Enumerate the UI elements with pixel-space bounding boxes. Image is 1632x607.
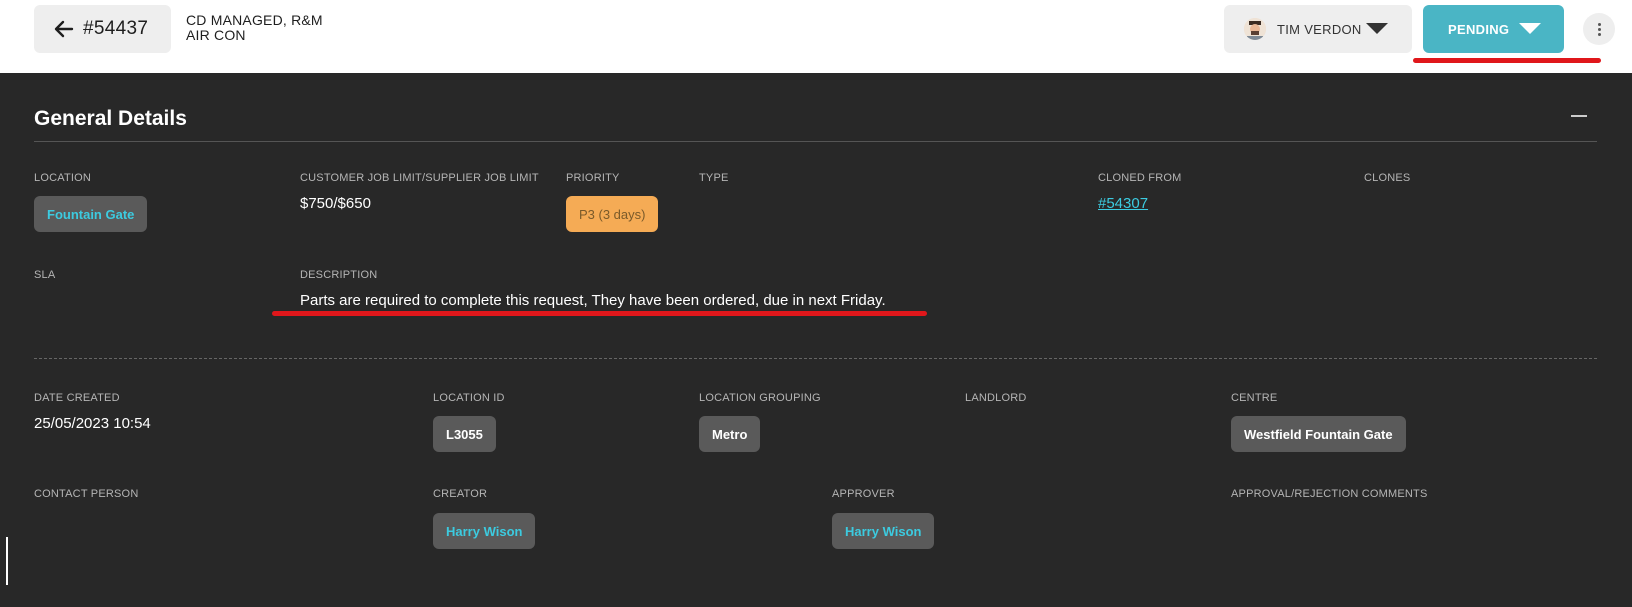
text-cursor — [6, 537, 8, 585]
arrow-left-icon — [54, 20, 74, 38]
avatar — [1244, 18, 1266, 40]
kebab-menu-icon — [1597, 22, 1601, 37]
job-title-line2: AIR CON — [186, 27, 246, 43]
top-header: #54437 CD MANAGED, R&M AIR CON TIM VERDO… — [0, 0, 1632, 73]
red-annotation-underline — [1413, 58, 1601, 63]
creator-label: CREATOR — [433, 488, 488, 500]
user-avatar-icon — [1244, 18, 1266, 40]
job-title: CD MANAGED, R&M AIR CON — [186, 13, 323, 43]
more-options-button[interactable] — [1583, 13, 1615, 45]
chevron-down-icon — [1366, 23, 1388, 34]
location-id-chip: L3055 — [433, 416, 496, 452]
job-title-line1: CD MANAGED, R&M — [186, 12, 323, 28]
job-limit-value: $750/$650 — [300, 195, 371, 212]
cloned-from-link[interactable]: #54307 — [1098, 195, 1148, 212]
location-chip[interactable]: Fountain Gate — [34, 196, 148, 232]
location-grouping-label: LOCATION GROUPING — [699, 392, 821, 404]
creator-chip[interactable]: Harry Wison — [433, 513, 536, 549]
divider — [34, 141, 1597, 142]
chevron-down-icon — [1519, 23, 1541, 34]
location-grouping-chip: Metro — [699, 416, 761, 452]
assignee-dropdown[interactable]: TIM VERDON — [1224, 5, 1412, 53]
centre-label: CENTRE — [1231, 392, 1278, 404]
assignee-name: TIM VERDON — [1277, 21, 1362, 37]
clones-label: CLONES — [1364, 172, 1411, 184]
job-number: #54437 — [83, 18, 149, 39]
landlord-label: LANDLORD — [965, 392, 1027, 404]
status-label: PENDING — [1448, 21, 1510, 37]
approver-label: APPROVER — [832, 488, 895, 500]
location-id-label: LOCATION ID — [433, 392, 505, 404]
job-limit-label: CUSTOMER JOB LIMIT/SUPPLIER JOB LIMIT — [300, 172, 539, 184]
description-label: DESCRIPTION — [300, 269, 378, 281]
location-label: LOCATION — [34, 172, 92, 184]
red-annotation-underline — [272, 311, 927, 316]
approver-chip[interactable]: Harry Wison — [832, 513, 935, 549]
status-dropdown[interactable]: PENDING — [1423, 5, 1564, 53]
type-label: TYPE — [699, 172, 729, 184]
date-created-label: DATE CREATED — [34, 392, 120, 404]
section-title: General Details — [34, 107, 187, 130]
priority-label: PRIORITY — [566, 172, 620, 184]
description-value: Parts are required to complete this requ… — [300, 292, 886, 309]
approval-comments-label: APPROVAL/REJECTION COMMENTS — [1231, 488, 1428, 500]
back-button[interactable]: #54437 — [34, 5, 171, 53]
collapse-icon[interactable] — [1571, 115, 1587, 117]
sla-label: SLA — [34, 269, 56, 281]
contact-person-label: CONTACT PERSON — [34, 488, 139, 500]
centre-chip: Westfield Fountain Gate — [1231, 416, 1406, 452]
cloned-from-label: CLONED FROM — [1098, 172, 1182, 184]
date-created-value: 25/05/2023 10:54 — [34, 415, 151, 432]
dashed-divider — [34, 358, 1597, 359]
priority-badge: P3 (3 days) — [566, 196, 659, 232]
